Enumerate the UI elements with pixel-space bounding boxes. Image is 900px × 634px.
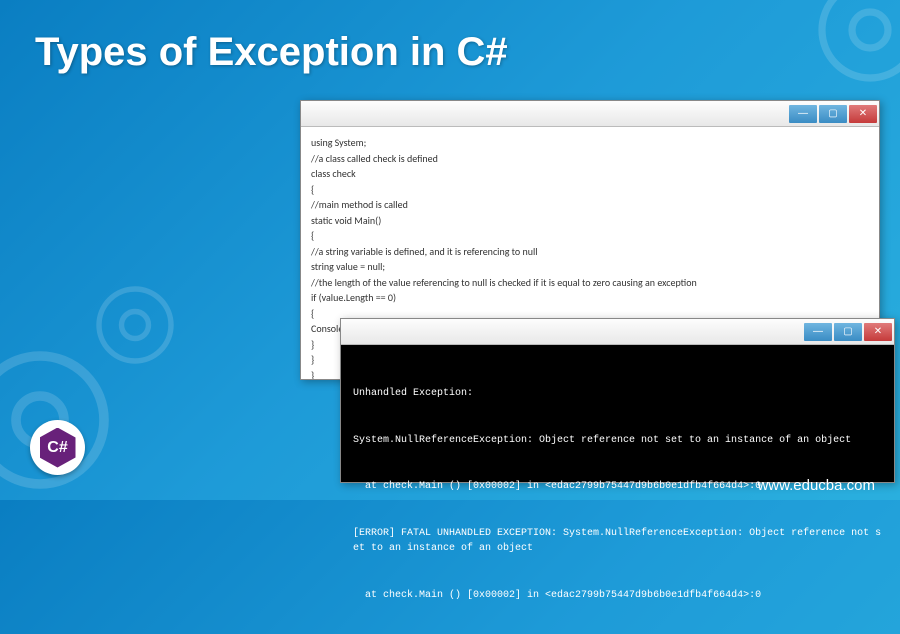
page-title: Types of Exception in C#	[35, 30, 508, 75]
window-titlebar: — ▢ ✕	[301, 101, 879, 127]
code-line: static void Main()	[311, 213, 869, 229]
code-line: {	[311, 228, 869, 244]
console-window: — ▢ ✕ Unhandled Exception: System.NullRe…	[340, 318, 895, 483]
minimize-button[interactable]: —	[804, 323, 832, 341]
code-line: class check	[311, 166, 869, 182]
csharp-logo: C#	[30, 420, 85, 475]
code-line: string value = null;	[311, 259, 869, 275]
code-line: {	[311, 182, 869, 198]
code-line: //a string variable is defined, and it i…	[311, 244, 869, 260]
console-line: at check.Main () [0x00002] in <edac2799b…	[353, 588, 882, 604]
code-line: //the length of the value referencing to…	[311, 275, 869, 291]
csharp-hex-icon: C#	[40, 428, 76, 468]
minimize-button[interactable]: —	[789, 105, 817, 123]
close-button[interactable]: ✕	[849, 105, 877, 123]
code-line: if (value.Length == 0)	[311, 290, 869, 306]
maximize-button[interactable]: ▢	[819, 105, 847, 123]
code-line: //main method is called	[311, 197, 869, 213]
gear-icon	[90, 280, 180, 370]
console-line: Unhandled Exception:	[353, 386, 882, 402]
code-line: using System;	[311, 135, 869, 151]
console-line: [ERROR] FATAL UNHANDLED EXCEPTION: Syste…	[353, 526, 882, 557]
console-output: Unhandled Exception: System.NullReferenc…	[341, 345, 894, 482]
maximize-button[interactable]: ▢	[834, 323, 862, 341]
close-button[interactable]: ✕	[864, 323, 892, 341]
gear-icon	[810, 0, 900, 90]
site-url: www.educba.com	[757, 477, 875, 494]
console-line: System.NullReferenceException: Object re…	[353, 433, 882, 449]
window-titlebar: — ▢ ✕	[341, 319, 894, 345]
code-line: //a class called check is defined	[311, 151, 869, 167]
